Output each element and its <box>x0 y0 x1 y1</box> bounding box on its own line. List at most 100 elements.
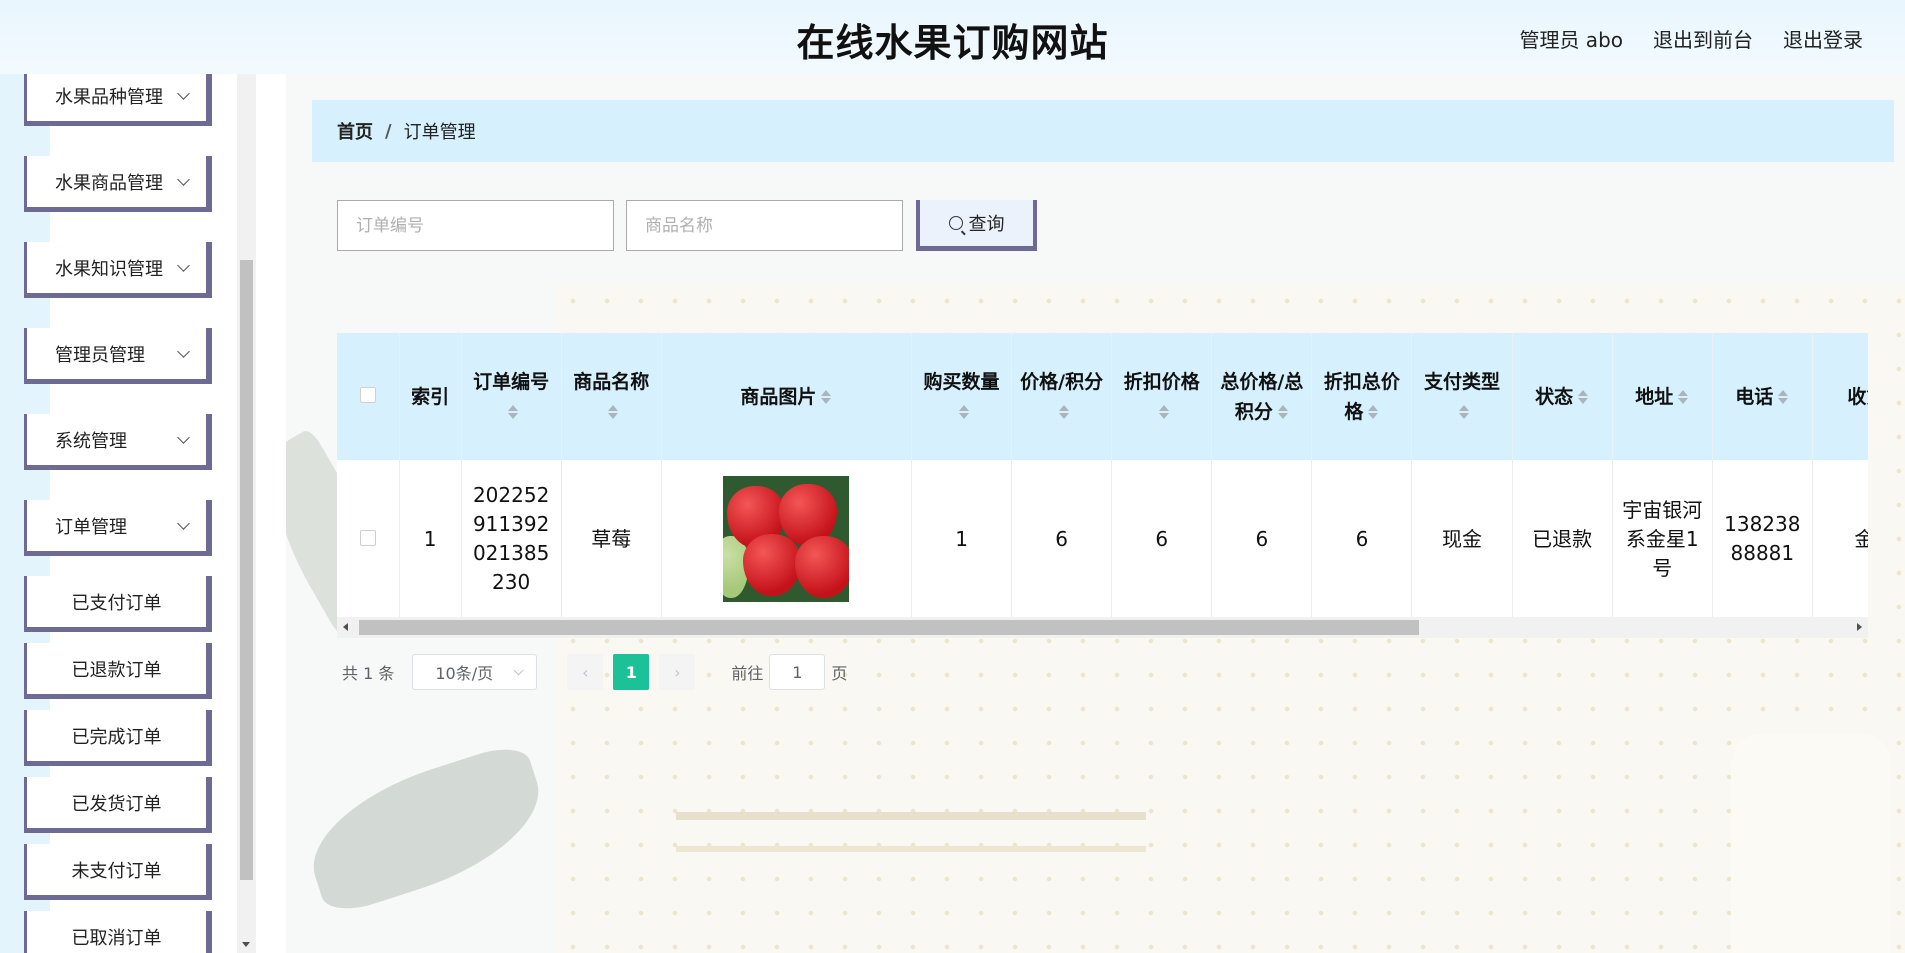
column-header[interactable]: 状态 <box>1512 333 1613 460</box>
column-header[interactable]: 折扣价格 <box>1111 333 1213 460</box>
sidebar-item-orders[interactable]: 订单管理 <box>24 500 212 556</box>
column-header[interactable]: 商品名称 <box>561 333 662 460</box>
submenu-cancelled-orders[interactable]: 已取消订单 <box>24 911 212 953</box>
product-name-input[interactable] <box>626 200 903 251</box>
sidebar-item-label: 水果知识管理 <box>55 258 163 280</box>
column-header[interactable]: 地址 <box>1612 333 1713 460</box>
chevron-down-icon <box>177 517 190 530</box>
sidebar-item-label: 水果商品管理 <box>55 172 163 194</box>
cell-pay-type: 现金 <box>1411 460 1513 618</box>
select-all-cell <box>337 333 400 460</box>
cell-product-image <box>661 460 913 618</box>
submenu-completed-orders[interactable]: 已完成订单 <box>24 710 212 766</box>
sidebar-item-fruit-variety[interactable]: 水果品种管理 <box>24 74 212 126</box>
sort-icon[interactable] <box>1677 389 1689 405</box>
column-header[interactable]: 订单编号 <box>461 333 562 460</box>
table-header-row: 索引 订单编号 商品名称 商品图片 购买数量 价格/积分 折扣价格 总价格/总积… <box>337 333 1868 460</box>
sort-icon[interactable] <box>1277 404 1289 420</box>
breadcrumb-current: 订单管理 <box>403 122 476 143</box>
submenu-unpaid-orders[interactable]: 未支付订单 <box>24 844 212 900</box>
top-links: 管理员 abo 退出到前台 退出登录 <box>1519 24 1863 53</box>
cell-price: 6 <box>1011 460 1113 618</box>
submenu-paid-orders[interactable]: 已支付订单 <box>24 576 212 632</box>
breadcrumb-home[interactable]: 首页 <box>337 118 373 144</box>
column-header[interactable]: 总价格/总积分 <box>1211 333 1313 460</box>
goto-suffix: 页 <box>831 664 848 683</box>
chevron-down-icon <box>177 259 190 272</box>
chevron-down-icon <box>177 345 190 358</box>
breadcrumb: 首页 / 订单管理 <box>312 100 1894 162</box>
sort-icon[interactable] <box>1367 404 1379 420</box>
page-number-button[interactable]: 1 <box>613 654 650 690</box>
select-all-checkbox[interactable] <box>359 386 376 403</box>
chevron-down-icon <box>177 173 190 186</box>
prev-page-button[interactable]: ‹ <box>567 654 604 690</box>
pagination-total: 共 1 条 <box>342 664 395 683</box>
scroll-right-arrow-icon[interactable] <box>1857 623 1862 631</box>
sidebar-item-label: 订单管理 <box>55 516 127 538</box>
to-frontend-link[interactable]: 退出到前台 <box>1653 24 1753 53</box>
cell-address: 宇宙银河系金星1号 <box>1612 460 1713 618</box>
background-rail <box>676 846 1146 852</box>
table-row[interactable]: 1 202252911392021385230 草莓 1 6 6 6 6 现金 … <box>337 460 1868 618</box>
column-header[interactable]: 收货 <box>1812 333 1868 460</box>
column-header[interactable]: 商品图片 <box>661 333 913 460</box>
page-size-select[interactable]: 10条/页 <box>412 654 538 690</box>
chevron-down-icon <box>177 431 190 444</box>
scrollbar-thumb[interactable] <box>359 620 1419 635</box>
sort-icon[interactable] <box>507 404 519 420</box>
background-rail <box>676 812 1146 820</box>
scrollbar-thumb[interactable] <box>240 260 253 880</box>
sort-icon[interactable] <box>1458 404 1470 420</box>
cell-status: 已退款 <box>1512 460 1613 618</box>
sort-icon[interactable] <box>1777 389 1789 405</box>
logout-link[interactable]: 退出登录 <box>1783 24 1863 53</box>
order-number-input[interactable] <box>337 200 614 251</box>
cell-order-number: 202252911392021385230 <box>461 460 562 618</box>
scroll-left-arrow-icon[interactable] <box>343 623 348 631</box>
sidebar-item-label: 管理员管理 <box>55 344 145 366</box>
sort-icon[interactable] <box>1577 389 1589 405</box>
row-checkbox[interactable] <box>359 529 376 546</box>
pagination: 共 1 条 10条/页 ‹ 1 › 前往 页 <box>342 654 847 690</box>
sidebar-item-fruit-knowledge[interactable]: 水果知识管理 <box>24 242 212 298</box>
sidebar-item-fruit-product[interactable]: 水果商品管理 <box>24 156 212 212</box>
cell-quantity: 1 <box>911 460 1013 618</box>
sidebar-item-admin[interactable]: 管理员管理 <box>24 328 212 384</box>
sort-icon[interactable] <box>607 404 619 420</box>
orders-table: 索引 订单编号 商品名称 商品图片 购买数量 价格/积分 折扣价格 总价格/总积… <box>337 333 1868 638</box>
column-header[interactable]: 电话 <box>1712 333 1813 460</box>
column-header[interactable]: 支付类型 <box>1411 333 1513 460</box>
column-header[interactable]: 价格/积分 <box>1011 333 1113 460</box>
search-button[interactable]: 查询 <box>916 200 1037 251</box>
sidebar: 水果品种管理 水果商品管理 水果知识管理 管理员管理 系统管理 订单管理 已支付… <box>0 74 256 953</box>
search-icon <box>948 216 963 230</box>
sort-icon[interactable] <box>958 404 970 420</box>
page-size-value: 10条/页 <box>435 664 494 683</box>
chevron-down-icon <box>513 665 524 676</box>
sidebar-item-label: 系统管理 <box>55 430 127 452</box>
search-button-label: 查询 <box>968 214 1005 235</box>
next-page-button[interactable]: › <box>659 654 696 690</box>
sort-icon[interactable] <box>1058 404 1070 420</box>
column-header[interactable]: 折扣总价格 <box>1311 333 1413 460</box>
cell-receiver: 金星 <box>1812 460 1868 618</box>
cell-total-price: 6 <box>1211 460 1313 618</box>
submenu-refunded-orders[interactable]: 已退款订单 <box>24 643 212 699</box>
column-header: 索引 <box>399 333 462 460</box>
goto-page-input[interactable] <box>769 654 826 690</box>
sidebar-item-system[interactable]: 系统管理 <box>24 414 212 470</box>
submenu-shipped-orders[interactable]: 已发货订单 <box>24 777 212 833</box>
column-header[interactable]: 购买数量 <box>911 333 1013 460</box>
table-horizontal-scrollbar[interactable] <box>337 617 1868 638</box>
sort-icon[interactable] <box>820 389 832 405</box>
scroll-down-arrow-icon[interactable] <box>242 942 250 947</box>
cell-discount-total: 6 <box>1311 460 1413 618</box>
top-header: 在线水果订购网站 管理员 abo 退出到前台 退出登录 <box>0 0 1905 74</box>
sidebar-scrollbar[interactable] <box>237 74 256 953</box>
sort-icon[interactable] <box>1158 404 1170 420</box>
admin-user-label[interactable]: 管理员 abo <box>1519 24 1623 53</box>
breadcrumb-separator: / <box>385 120 392 142</box>
row-select-cell <box>337 460 400 618</box>
product-image-strawberry[interactable] <box>723 476 850 602</box>
